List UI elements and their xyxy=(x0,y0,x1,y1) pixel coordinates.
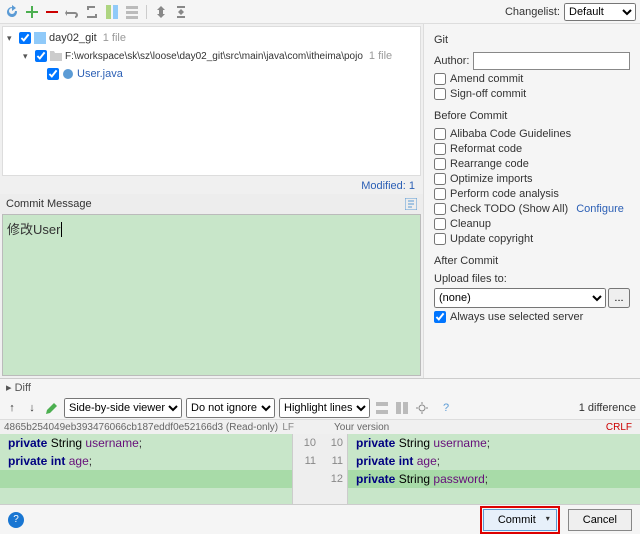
rearrange-checkbox[interactable] xyxy=(434,158,446,170)
commit-message-input[interactable]: 修改User xyxy=(2,214,421,376)
tree-count: 1 file xyxy=(369,50,392,62)
author-label: Author: xyxy=(434,55,469,67)
undo-icon[interactable] xyxy=(84,4,100,20)
upload-browse-button[interactable]: ... xyxy=(608,288,630,308)
line-ending-lf: LF xyxy=(282,422,294,433)
after-section: After Commit xyxy=(434,255,630,267)
help-icon[interactable]: ? xyxy=(438,400,454,416)
tree-root[interactable]: ▾ day02_git 1 file xyxy=(3,29,420,47)
upload-select[interactable]: (none) xyxy=(434,288,606,308)
diff-highlight-select[interactable]: Highlight lines xyxy=(279,398,370,418)
chevron-down-icon[interactable]: ▾ xyxy=(7,33,17,44)
prev-diff-icon[interactable]: ↑ xyxy=(4,400,20,416)
collapse-unchanged-icon[interactable] xyxy=(374,400,390,416)
history-icon[interactable] xyxy=(405,198,417,210)
group-icon[interactable] xyxy=(124,4,140,20)
bottom-bar: ? Commit Cancel xyxy=(0,504,640,534)
tree-folder[interactable]: ▾ F:\workspace\sk\sz\loose\day02_git\src… xyxy=(3,47,420,65)
tree-checkbox[interactable] xyxy=(35,50,47,62)
optimize-checkbox[interactable] xyxy=(434,173,446,185)
next-diff-icon[interactable]: ↓ xyxy=(24,400,40,416)
git-section: Git xyxy=(434,34,630,46)
changelist-label: Changelist: xyxy=(505,6,560,18)
reformat-checkbox[interactable] xyxy=(434,143,446,155)
diff-right-pane[interactable]: private String username;private int age;… xyxy=(348,434,640,504)
diff-gutter: 1010111112 xyxy=(292,434,348,504)
analysis-checkbox[interactable] xyxy=(434,188,446,200)
commit-button-wrap: Commit xyxy=(480,506,560,534)
refresh-icon[interactable] xyxy=(4,4,20,20)
chevron-down-icon[interactable]: ▾ xyxy=(23,51,33,62)
tree-count: 1 file xyxy=(103,32,126,44)
copyright-checkbox[interactable] xyxy=(434,233,446,245)
java-file-icon xyxy=(61,67,75,81)
file-tree[interactable]: ▾ day02_git 1 file ▾ F:\workspace\sk\sz\… xyxy=(2,26,421,176)
commit-button[interactable]: Commit xyxy=(483,509,557,531)
expand-icon[interactable] xyxy=(153,4,169,20)
diff-body: private String username;private int age;… xyxy=(0,434,640,504)
help-icon[interactable]: ? xyxy=(8,512,24,528)
diff-header[interactable]: ▸ Diff xyxy=(0,378,640,396)
toolbar-divider xyxy=(146,5,147,19)
diff-info-bar: 4865b254049eb393476066cb187eddf0e52166d3… xyxy=(0,420,640,434)
module-icon xyxy=(33,31,47,45)
amend-checkbox[interactable] xyxy=(434,73,446,85)
tree-label: F:\workspace\sk\sz\loose\day02_git\src\m… xyxy=(65,51,363,62)
amend-label: Amend commit xyxy=(450,73,523,85)
changelist-select[interactable]: Default xyxy=(564,3,636,21)
show-diff-icon[interactable] xyxy=(104,4,120,20)
modified-count: Modified: 1 xyxy=(0,178,423,194)
signoff-label: Sign-off commit xyxy=(450,88,526,100)
tree-label: day02_git xyxy=(49,32,97,44)
commit-message-header: Commit Message xyxy=(0,194,423,214)
diff-ignore-select[interactable]: Do not ignore xyxy=(186,398,275,418)
signoff-checkbox[interactable] xyxy=(434,88,446,100)
always-checkbox[interactable] xyxy=(434,311,446,323)
folder-icon xyxy=(49,49,63,63)
tree-label: User.java xyxy=(77,68,123,80)
diff-toolbar: ↑ ↓ Side-by-side viewer Do not ignore Hi… xyxy=(0,396,640,420)
before-section: Before Commit xyxy=(434,110,630,122)
tree-checkbox[interactable] xyxy=(19,32,31,44)
diff-hash: 4865b254049eb393476066cb187eddf0e52166d3… xyxy=(4,422,278,433)
commit-message-label: Commit Message xyxy=(6,198,92,210)
right-column: Git Author: Amend commit Sign-off commit… xyxy=(424,24,640,378)
todo-checkbox[interactable] xyxy=(434,203,446,215)
rollback-icon[interactable] xyxy=(64,4,80,20)
your-version-label: Your version xyxy=(334,422,389,433)
upload-label: Upload files to: xyxy=(434,273,630,285)
diff-left-pane[interactable]: private String username;private int age; xyxy=(0,434,292,504)
commit-toolbar: Changelist: Default xyxy=(0,0,640,24)
author-input[interactable] xyxy=(473,52,630,70)
tree-checkbox[interactable] xyxy=(47,68,59,80)
left-column: ▾ day02_git 1 file ▾ F:\workspace\sk\sz\… xyxy=(0,24,424,378)
line-ending-crlf: CRLF xyxy=(606,422,636,433)
configure-link[interactable]: Configure xyxy=(576,203,624,215)
diff-viewer-select[interactable]: Side-by-side viewer xyxy=(64,398,182,418)
main-area: ▾ day02_git 1 file ▾ F:\workspace\sk\sz\… xyxy=(0,24,640,378)
remove-icon[interactable] xyxy=(44,4,60,20)
sync-scroll-icon[interactable] xyxy=(394,400,410,416)
edit-source-icon[interactable] xyxy=(44,400,60,416)
add-icon[interactable] xyxy=(24,4,40,20)
cleanup-checkbox[interactable] xyxy=(434,218,446,230)
diff-count: 1 difference xyxy=(579,402,636,414)
settings-icon[interactable] xyxy=(414,400,430,416)
cancel-button[interactable]: Cancel xyxy=(568,509,632,531)
alibaba-checkbox[interactable] xyxy=(434,128,446,140)
collapse-icon[interactable] xyxy=(173,4,189,20)
tree-file[interactable]: User.java xyxy=(3,65,420,83)
